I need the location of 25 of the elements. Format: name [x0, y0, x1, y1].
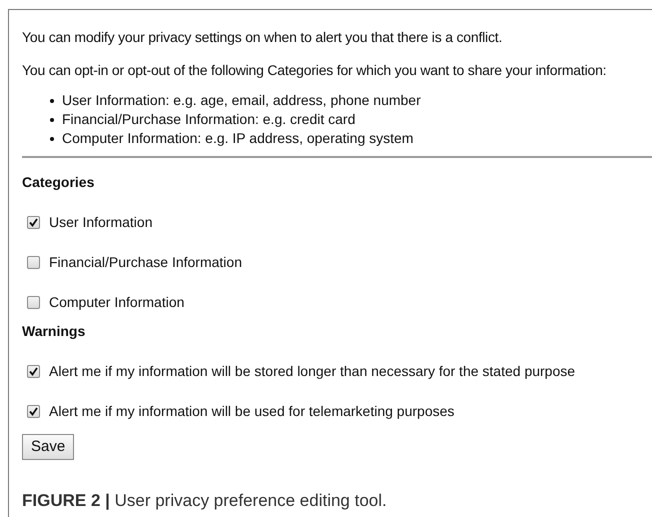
bullet-text: Financial/Purchase Information: e.g. credit card: [62, 110, 356, 129]
checkbox[interactable]: [27, 216, 40, 229]
checkbox[interactable]: [27, 296, 40, 309]
bullet-icon: [50, 98, 54, 102]
checkbox-label: User Information: [49, 213, 152, 232]
intro-text: You can modify your privacy settings on when to alert you that there is a conflict.: [22, 28, 504, 46]
checkbox[interactable]: [27, 405, 40, 418]
bullet-text: Computer Information: e.g. IP address, operating system: [62, 129, 414, 148]
save-button[interactable]: Save: [22, 434, 74, 460]
section-heading: Warnings: [22, 322, 86, 341]
checkbox[interactable]: [27, 256, 40, 269]
checkbox-label: Alert me if my information will be stored longer than necessary for the stated purpose: [49, 362, 576, 381]
bullet-icon: [50, 118, 54, 122]
section-heading: Categories: [22, 173, 96, 192]
bullet-text: User Information: e.g. age, email, address, phone number: [62, 91, 421, 110]
checkmark-icon: [29, 407, 38, 416]
checkmark-icon: [29, 367, 38, 376]
bullet-icon: [50, 136, 54, 140]
checkbox-label: Financial/Purchase Information: [49, 253, 242, 272]
intro-text: You can opt-in or opt-out of the following Categories for which you want to share your information:: [22, 61, 608, 79]
figure-caption: FIGURE 2 | User privacy preference editing tool.: [22, 490, 388, 512]
checkmark-icon: [29, 218, 38, 227]
checkbox-label: Alert me if my information will be used for telemarketing purposes: [49, 402, 454, 421]
checkbox[interactable]: [27, 365, 40, 378]
checkbox-label: Computer Information: [49, 293, 184, 312]
